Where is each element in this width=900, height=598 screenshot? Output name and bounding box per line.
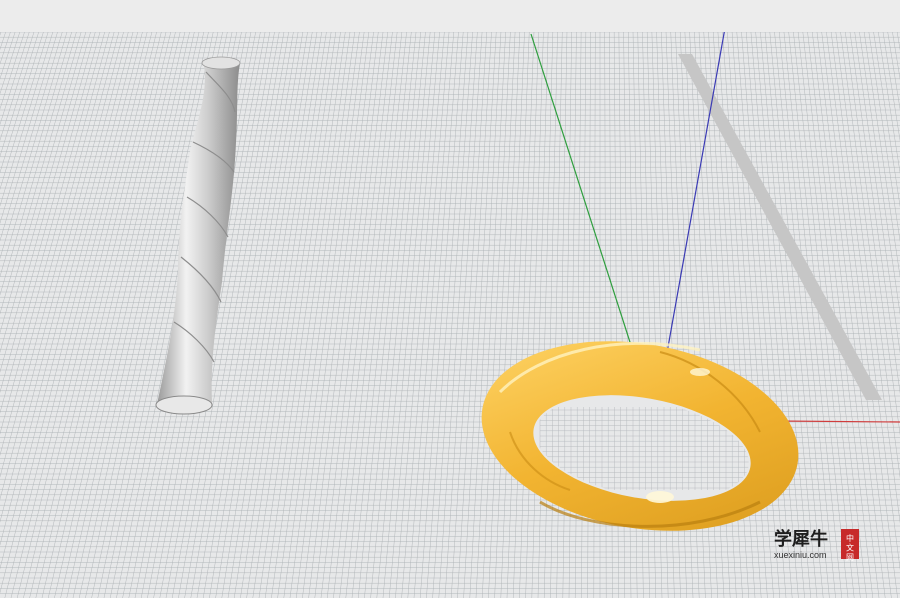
viewport-title-bar — [0, 0, 900, 32]
xuexiniu-watermark: 学犀牛 中文网 xuexiniu.com — [774, 528, 859, 562]
watermark-badge-text: 中文网 — [846, 533, 854, 562]
perspective-viewport[interactable] — [0, 32, 900, 598]
watermark-logo-text: 学犀牛 — [774, 528, 828, 550]
twisted-column-top-cap — [201, 56, 241, 70]
watermark-url: xuexiniu.com — [774, 550, 827, 560]
twisted-column-bottom-cap — [155, 395, 213, 415]
viewport-background — [0, 32, 900, 598]
